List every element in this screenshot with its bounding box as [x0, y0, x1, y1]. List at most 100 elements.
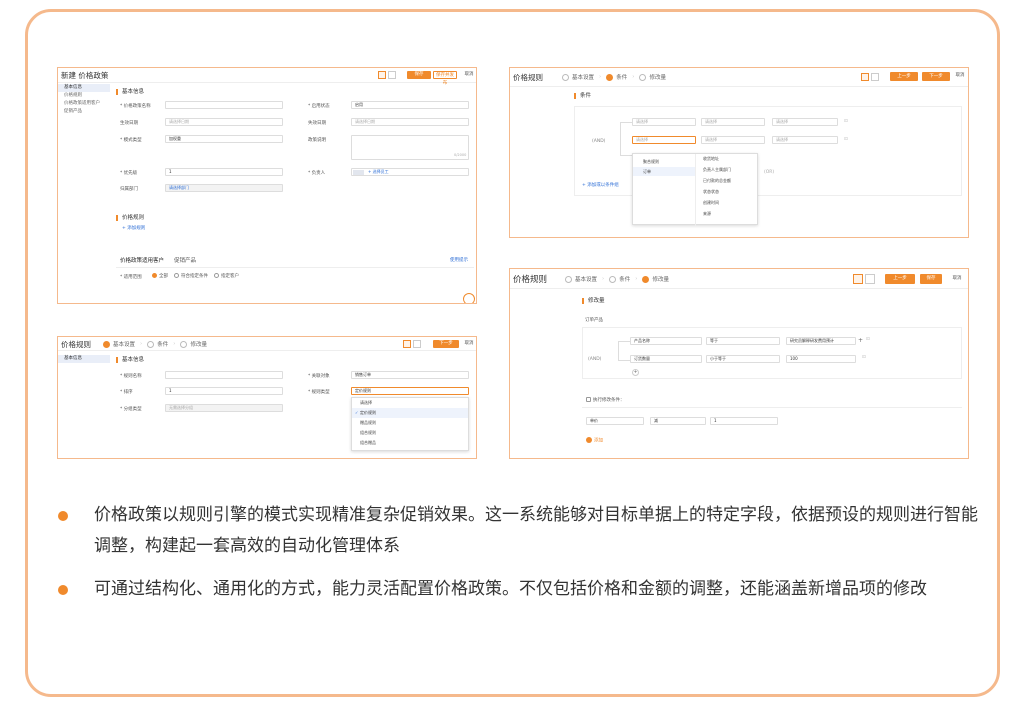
operation-select[interactable]: 减 — [650, 417, 706, 425]
cancel-button[interactable]: 取消 — [463, 71, 475, 79]
add-modifier-link[interactable]: 添加 — [586, 437, 603, 444]
checkbox-icon[interactable] — [586, 397, 591, 402]
and-label: (AND) — [592, 139, 606, 144]
cascader-item-source[interactable]: 来源 — [695, 209, 759, 218]
dropdown-option[interactable]: 组合规则 — [352, 428, 468, 438]
add-row-icon[interactable]: + — [858, 337, 863, 344]
scope-option-all[interactable]: 全部 — [152, 273, 168, 279]
save-publish-button[interactable]: 保存并发布 — [433, 71, 457, 86]
scope-label: * 适用范围 — [120, 275, 142, 280]
end-date-input[interactable]: 请选择日期 — [351, 118, 469, 126]
modifier-operator-select-2[interactable]: 小于等于 — [706, 355, 780, 363]
divider — [582, 407, 962, 408]
price-field-select[interactable]: 单价 — [586, 417, 644, 425]
priority-label: * 优先级 — [120, 171, 138, 176]
modifier-value-input-2[interactable]: 100 — [786, 355, 856, 363]
step-3-icon — [180, 340, 188, 348]
prev-step-button[interactable]: 上一步 — [885, 274, 915, 284]
prev-step-button[interactable]: 上一步 — [890, 72, 918, 81]
next-step-button[interactable]: 下一步 — [922, 72, 950, 81]
sidebar-item-rules[interactable]: 价格规则 — [58, 92, 110, 100]
help-float-icon[interactable] — [463, 293, 475, 303]
condition-operator-select-2[interactable]: 请选择 — [701, 136, 765, 144]
add-condition-icon[interactable]: + — [632, 369, 639, 376]
rule-type-select[interactable]: 定价规则 — [351, 387, 469, 395]
cascader-item-address[interactable]: 收货地址 — [695, 154, 759, 163]
rule-type-dropdown: 请选择 ✓ 定价规则 赠品规则 组合规则 组合赠品 — [351, 397, 469, 451]
sidebar-item-products[interactable]: 促销产品 — [58, 108, 110, 116]
dropdown-option[interactable]: 请选择 — [352, 398, 468, 408]
cascader-item-status[interactable]: 状态状态 — [695, 187, 759, 196]
modifier-operator-select-1[interactable]: 等于 — [706, 337, 780, 345]
group-type-select[interactable]: 无需选择分组 — [165, 404, 283, 412]
delete-icon[interactable]: ⊡ — [844, 119, 848, 124]
step-1-icon — [103, 340, 110, 348]
condition-field-select-1[interactable]: 请选择 — [632, 118, 696, 126]
cascader-item-aggregate[interactable]: 聚合规则 — [633, 157, 695, 166]
mode-type-select[interactable]: 加权重 — [165, 135, 283, 143]
step-3-label: 修改量 — [649, 75, 666, 81]
step-separator: › — [599, 74, 602, 80]
related-object-select[interactable]: 销售订单 — [351, 371, 469, 379]
owner-select[interactable]: + 选择员工 — [351, 168, 469, 176]
bullet-dot-icon — [58, 585, 68, 595]
usage-tip-link[interactable]: 使用提示 — [450, 257, 468, 263]
department-select[interactable]: 请选择部门 — [165, 184, 283, 192]
adjust-value-input[interactable]: 1 — [710, 417, 778, 425]
delete-icon[interactable]: ⊡ — [862, 355, 866, 360]
cancel-button[interactable]: 取消 — [950, 274, 964, 284]
delete-icon[interactable]: ⊡ — [844, 137, 848, 142]
panel-header: 价格规则 基本设置 › 条件 › 修改量 下一步 取消 — [58, 337, 476, 351]
cascader-item-order[interactable]: 订单 — [633, 167, 695, 176]
scope-option-condition[interactable]: 符合指定条件 — [174, 273, 208, 279]
add-or-group-link[interactable]: + 添加或以条件组 — [582, 182, 619, 188]
policy-name-input[interactable] — [165, 101, 283, 109]
description-textarea[interactable] — [351, 135, 469, 160]
sidebar-item-customers[interactable]: 价格政策适用客户 — [58, 100, 110, 108]
cascader-item-created[interactable]: 创建时间 — [695, 198, 759, 207]
modifier-field-select-2[interactable]: 订货数量 — [630, 355, 702, 363]
owner-label: * 负责人 — [308, 171, 326, 176]
layout-toggle-icon[interactable] — [853, 274, 863, 284]
scope-option-specified[interactable]: 指定客户 — [214, 273, 239, 279]
priority-input[interactable]: 1 — [165, 168, 283, 176]
step-2-label: 条件 — [619, 277, 631, 283]
screenshot-new-price-policy: 新建 价格政策 保存 保存并发布 取消 基本信息 价格规则 价格政策适用客户 促… — [57, 67, 477, 304]
dropdown-option[interactable]: 组合赠品 — [352, 438, 468, 448]
cascader-item-owner-dept[interactable]: 负责人主属部门 — [695, 165, 759, 174]
step-1-label: 基本设置 — [572, 75, 595, 81]
modifier-condition-group — [582, 327, 962, 379]
condition-field-select-2[interactable]: 请选择 — [632, 136, 696, 144]
sort-input[interactable]: 1 — [165, 387, 283, 395]
grid-toggle-icon[interactable] — [388, 71, 396, 79]
add-rule-link[interactable]: + 添加规则 — [122, 225, 145, 231]
grid-toggle-icon[interactable] — [413, 340, 421, 348]
section-modifier: 修改量 — [582, 298, 605, 304]
rule-name-input[interactable] — [165, 371, 283, 379]
condition-value-select-2[interactable]: 请选择 — [772, 136, 838, 144]
modifier-value-input-1[interactable]: 研究员解释研发费用预计 — [786, 337, 856, 345]
dropdown-option-selected[interactable]: ✓ 定价规则 — [352, 408, 468, 418]
sidebar-item-basic[interactable]: 基本信息 — [58, 84, 110, 92]
cascader-item-paid-amount[interactable]: 已付款的总金额 — [695, 176, 759, 185]
status-select[interactable]: 启用 — [351, 101, 469, 109]
cancel-button[interactable]: 取消 — [954, 72, 966, 80]
sidebar-item-basic[interactable]: 基本信息 — [58, 355, 110, 363]
layout-toggle-icon[interactable] — [403, 340, 411, 348]
page-title: 价格规则 — [61, 340, 91, 349]
condition-value-select-1[interactable]: 请选择 — [772, 118, 838, 126]
dropdown-option[interactable]: 赠品规则 — [352, 418, 468, 428]
start-date-input[interactable]: 请选择日期 — [165, 118, 283, 126]
step-2-icon — [147, 340, 155, 348]
finish-button[interactable]: 保存 — [920, 274, 942, 284]
grid-toggle-icon[interactable] — [865, 274, 875, 284]
layout-toggle-icon[interactable] — [378, 71, 386, 79]
save-button[interactable]: 保存 — [407, 71, 431, 79]
delete-icon[interactable]: ⊡ — [866, 337, 870, 342]
layout-toggle-icon[interactable] — [861, 73, 869, 81]
modifier-field-select-1[interactable]: 产品名称 — [630, 337, 702, 345]
cancel-button[interactable]: 取消 — [463, 340, 475, 348]
grid-toggle-icon[interactable] — [871, 73, 879, 81]
next-step-button[interactable]: 下一步 — [433, 340, 459, 348]
condition-operator-select-1[interactable]: 请选择 — [701, 118, 765, 126]
